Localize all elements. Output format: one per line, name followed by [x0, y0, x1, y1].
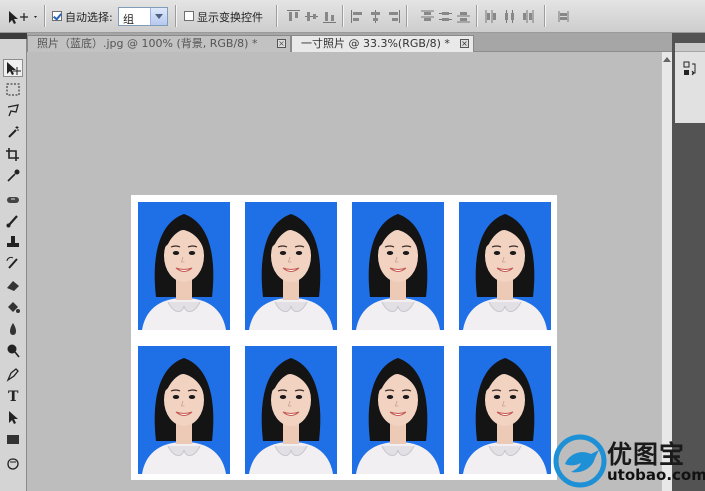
right-panel-dock [672, 33, 705, 491]
distribute-right-icon[interactable] [520, 9, 535, 24]
panel-grip[interactable] [675, 43, 705, 52]
id-photo [352, 202, 444, 330]
tab-document-2[interactable]: 一寸照片 @ 33.3%(RGB/8) * × [291, 35, 474, 52]
healing-brush-tool[interactable] [3, 191, 23, 209]
toolbox-grip[interactable] [0, 33, 27, 39]
toolbox: T [0, 33, 27, 491]
path-select-tool[interactable] [3, 409, 23, 427]
id-photo [138, 346, 230, 474]
crop-tool[interactable] [3, 146, 23, 164]
brush-icon [6, 215, 18, 228]
marquee-icon [6, 83, 20, 96]
align-horizontal-center-icon[interactable] [368, 9, 383, 24]
lasso-icon [7, 104, 19, 117]
tab-label: 一寸照片 @ 33.3%(RGB/8) * [301, 37, 450, 50]
history-brush-icon [6, 256, 18, 269]
separator [476, 5, 478, 27]
history-brush-tool[interactable] [3, 255, 23, 273]
paint-bucket-tool[interactable] [3, 299, 23, 317]
eyedropper-tool[interactable] [3, 167, 23, 185]
history-panel-icon[interactable] [683, 61, 697, 77]
blur-tool[interactable] [3, 321, 23, 339]
distribute-bottom-icon[interactable] [456, 9, 471, 24]
collapsed-panel-strip [675, 43, 705, 123]
document-canvas[interactable] [131, 195, 557, 480]
distribute-horizontal-center-icon[interactable] [502, 9, 517, 24]
tab-document-1[interactable]: 照片（蓝底）.jpg @ 100% (背景, RGB/8) * × [27, 35, 291, 52]
move-tool[interactable] [3, 59, 23, 77]
marquee-tool[interactable] [3, 81, 23, 99]
auto-select-checkbox[interactable] [52, 11, 62, 21]
hand-icon [7, 458, 19, 470]
clone-stamp-tool[interactable] [3, 234, 23, 252]
close-icon[interactable]: × [277, 39, 286, 48]
magic-wand-icon [8, 126, 19, 138]
id-photo [352, 346, 444, 474]
separator [276, 5, 278, 27]
pen-icon [6, 368, 19, 382]
document-tabs: 照片（蓝底）.jpg @ 100% (背景, RGB/8) * × 一寸照片 @… [27, 33, 672, 52]
hand-tool[interactable] [3, 455, 23, 473]
chevron-down-icon [150, 8, 167, 25]
pen-tool[interactable] [3, 366, 23, 384]
distribute-left-icon[interactable] [484, 9, 499, 24]
separator [44, 5, 46, 27]
rectangle-icon [7, 435, 19, 444]
dodge-tool[interactable] [3, 342, 23, 360]
separator [342, 5, 344, 27]
bird-logo-icon [553, 434, 607, 488]
options-bar: 自动选择: 组 显示变换控件 [0, 0, 705, 33]
lasso-tool[interactable] [3, 102, 23, 120]
id-photo [245, 346, 337, 474]
align-top-icon[interactable] [286, 9, 301, 24]
paint-bucket-icon [8, 302, 20, 313]
type-tool[interactable]: T [3, 387, 23, 405]
dodge-icon [7, 344, 20, 358]
type-icon: T [8, 389, 19, 403]
eraser-icon [7, 281, 19, 291]
close-icon[interactable]: × [460, 39, 469, 48]
eyedropper-icon [7, 169, 20, 182]
clone-stamp-icon [7, 236, 19, 247]
path-select-icon [9, 411, 18, 424]
show-transform-checkbox[interactable] [184, 11, 194, 21]
align-vertical-center-icon[interactable] [304, 9, 319, 24]
align-left-icon[interactable] [350, 9, 365, 24]
move-tool-preset-icon [9, 11, 37, 24]
id-photo [459, 346, 551, 474]
tool-preset-picker[interactable] [6, 9, 40, 25]
id-photo [138, 202, 230, 330]
show-transform-label: 显示变换控件 [197, 11, 263, 24]
vertical-scrollbar[interactable] [661, 52, 672, 491]
distribute-vertical-center-icon[interactable] [438, 9, 453, 24]
brush-tool[interactable] [3, 212, 23, 230]
type-tool-glyph: T [8, 389, 19, 403]
auto-select-dropdown[interactable]: 组 [118, 7, 168, 26]
separator [175, 5, 177, 27]
id-photo [245, 202, 337, 330]
blur-icon [10, 323, 16, 335]
rectangle-tool[interactable] [3, 431, 23, 449]
align-right-icon[interactable] [386, 9, 401, 24]
move-icon [7, 62, 21, 75]
separator [406, 5, 408, 27]
tab-label: 照片（蓝底）.jpg @ 100% (背景, RGB/8) * [37, 37, 258, 50]
align-bottom-icon[interactable] [322, 9, 337, 24]
auto-align-layers-icon[interactable] [556, 9, 571, 24]
healing-brush-icon [7, 197, 19, 203]
crop-icon [6, 148, 19, 161]
watermark: 优图宝 utobao.com [549, 430, 705, 491]
id-photo [459, 202, 551, 330]
eraser-tool[interactable] [3, 277, 23, 295]
auto-select-value: 组 [123, 13, 134, 26]
magic-wand-tool[interactable] [3, 124, 23, 142]
distribute-top-icon[interactable] [420, 9, 435, 24]
scroll-up-icon[interactable] [663, 54, 671, 64]
auto-select-label: 自动选择: [65, 11, 113, 24]
watermark-url: utobao.com [607, 466, 705, 484]
separator [544, 5, 546, 27]
